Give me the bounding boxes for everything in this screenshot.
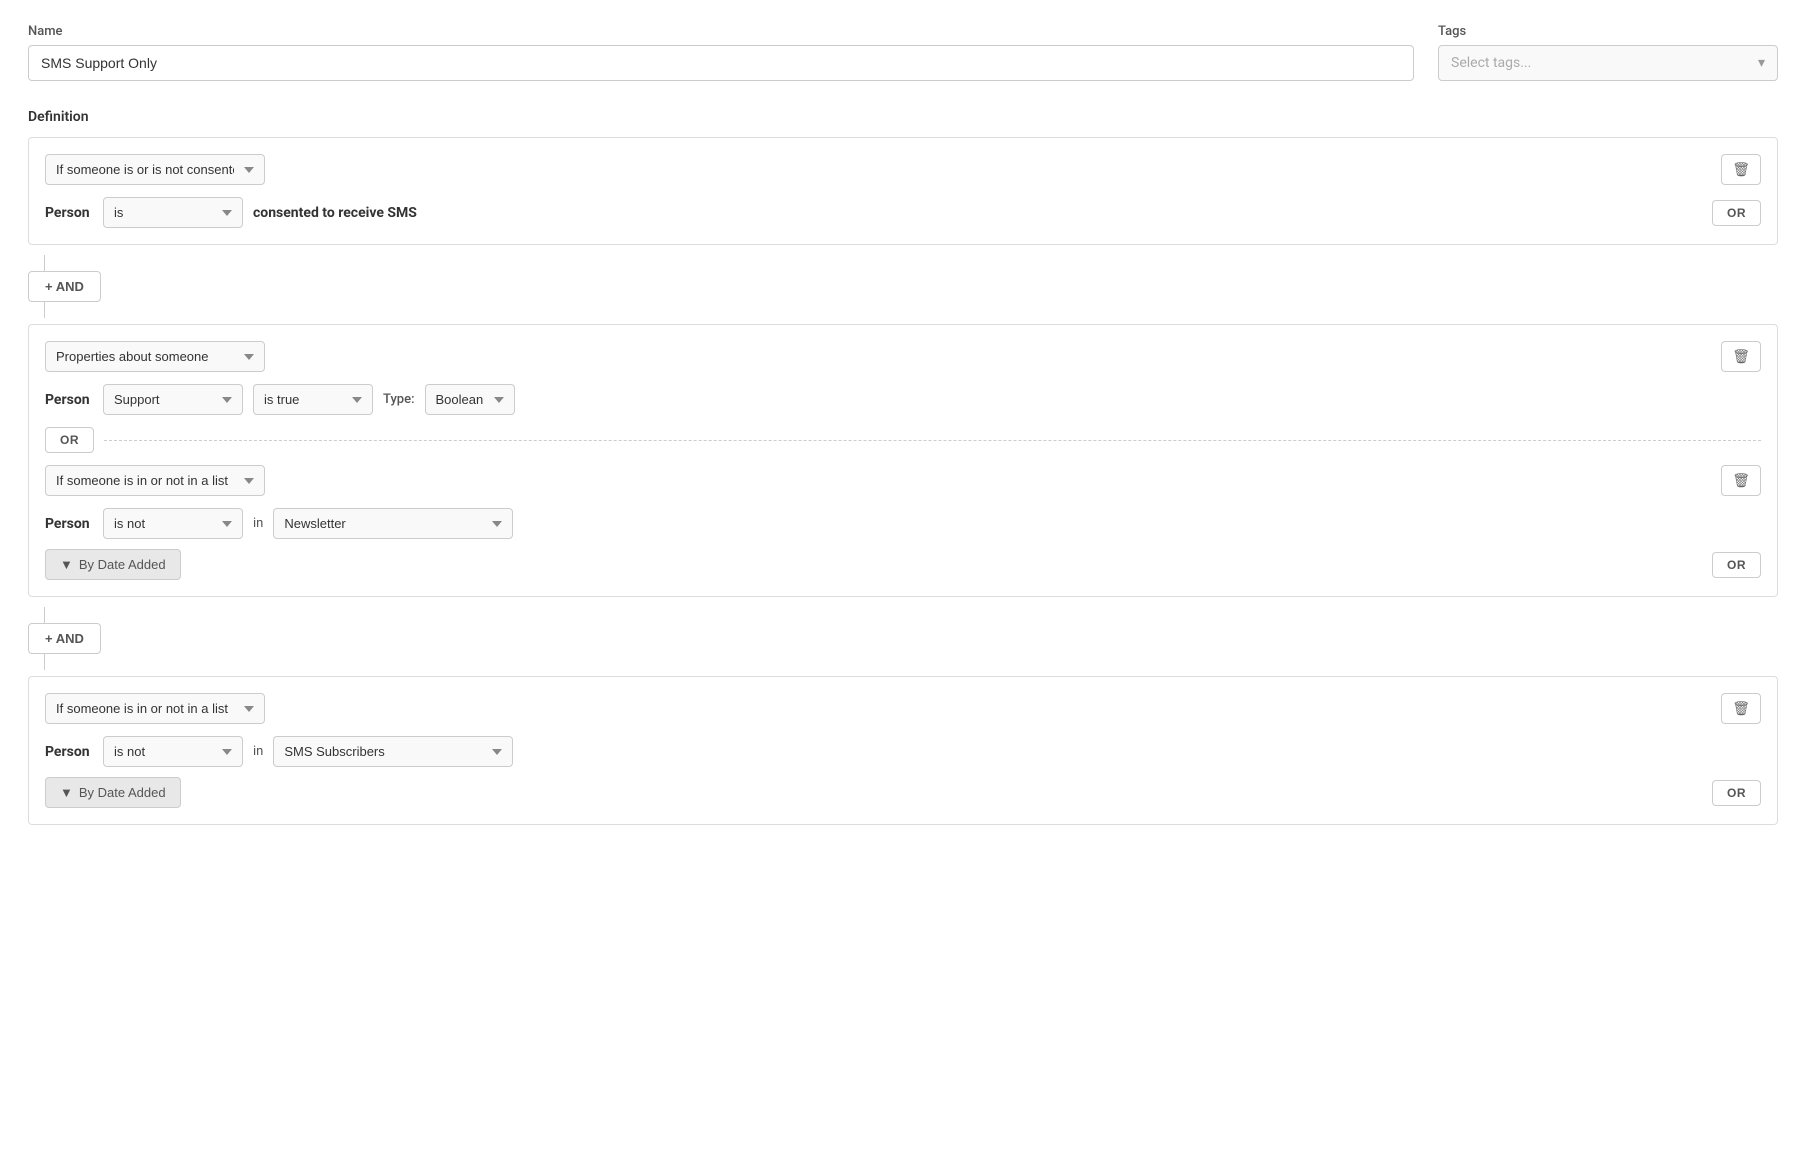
trash-icon-3: 🗑 [1732,472,1750,489]
name-label: Name [28,24,1414,39]
block2-property-select[interactable]: Support [103,384,243,415]
block2-type-select[interactable]: Properties about someone [45,341,265,372]
trash-icon-2: 🗑 [1732,348,1750,365]
block3-type-select[interactable]: If someone is in or not in a list [45,465,265,496]
block4-in-label: in [253,744,263,759]
block4-person-label: Person [45,744,93,760]
block3-operator-select[interactable]: is not [103,508,243,539]
filter-icon: ▼ [60,557,73,572]
block3-delete-button[interactable]: 🗑 [1721,465,1761,496]
condition-block-4: If someone is in or not in a list 🗑 Pers… [28,676,1778,825]
block1-value-text: consented to receive SMS [253,205,417,221]
definition-label: Definition [28,109,1778,125]
and-button-2[interactable]: + AND [28,623,101,654]
and-connector-1: + AND [28,245,1778,324]
block4-or-button[interactable]: OR [1712,780,1761,806]
block3-or-button[interactable]: OR [1712,552,1761,578]
tags-label: Tags [1438,24,1778,39]
block4-operator-select[interactable]: is not [103,736,243,767]
block3-filter-label: By Date Added [79,557,166,572]
filter-icon-2: ▼ [60,785,73,800]
and-connector-2: + AND [28,597,1778,676]
tags-select[interactable]: Select tags... ▾ [1438,45,1778,81]
trash-icon: 🗑 [1732,161,1750,178]
block1-delete-button[interactable]: 🗑 [1721,154,1761,185]
block3-in-label: in [253,516,263,531]
condition-block-1: If someone is or is not consented to rec… [28,137,1778,245]
tags-placeholder: Select tags... [1451,55,1531,71]
block4-filter-button[interactable]: ▼ By Date Added [45,777,181,808]
block4-filter-label: By Date Added [79,785,166,800]
block3-filter-button[interactable]: ▼ By Date Added [45,549,181,580]
block2-operator-select[interactable]: is true [253,384,373,415]
block4-type-select[interactable]: If someone is in or not in a list [45,693,265,724]
block1-or-button[interactable]: OR [1712,200,1761,226]
and-button-1[interactable]: + AND [28,271,101,302]
condition-block-3-inner: If someone is in or not in a list 🗑 Pers… [45,465,1761,580]
block2-boolean-select[interactable]: Boolean [425,384,515,415]
block1-operator-select[interactable]: is [103,197,243,228]
block1-person-label: Person [45,205,93,221]
block2-type-label: Type: [383,392,415,407]
block2-person-label: Person [45,392,93,408]
trash-icon-4: 🗑 [1732,700,1750,717]
block4-list-select[interactable]: SMS Subscribers [273,736,513,767]
block3-list-select[interactable]: Newsletter [273,508,513,539]
block4-delete-button[interactable]: 🗑 [1721,693,1761,724]
or-button-inner[interactable]: OR [45,427,94,453]
tags-chevron-icon: ▾ [1758,55,1765,71]
name-input[interactable] [28,45,1414,81]
condition-block-2: Properties about someone 🗑 Person Suppor… [28,324,1778,597]
block2-delete-button[interactable]: 🗑 [1721,341,1761,372]
block1-type-select[interactable]: If someone is or is not consented to rec… [45,154,265,185]
block3-person-label: Person [45,516,93,532]
